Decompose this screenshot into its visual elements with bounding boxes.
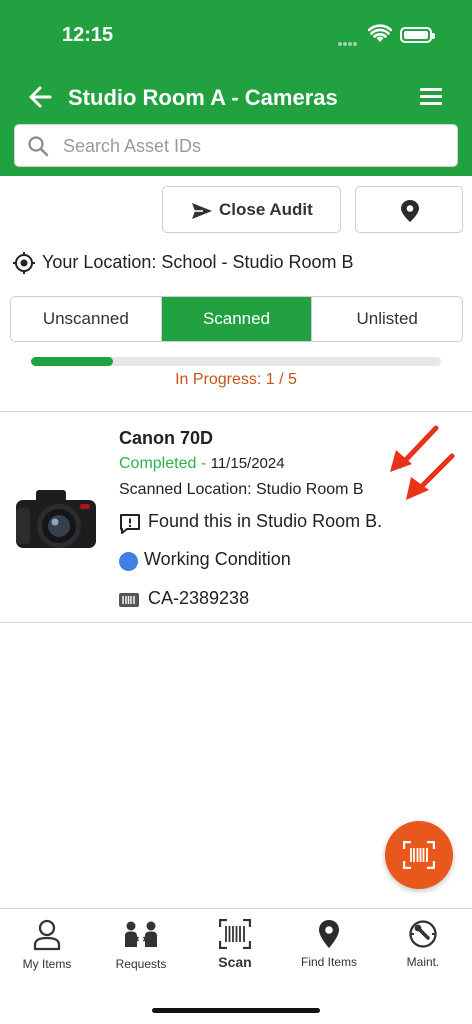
nav-label: My Items xyxy=(22,957,72,971)
search-icon xyxy=(28,136,49,157)
tab-unlisted[interactable]: Unlisted xyxy=(312,297,462,341)
audit-progress-text: In Progress: 1 / 5 xyxy=(175,371,297,388)
wifi-icon xyxy=(368,24,392,42)
scan-date: 11/15/2024 xyxy=(210,455,285,472)
nav-find-items[interactable]: Find Items xyxy=(282,919,376,979)
nav-bar: Studio Room A - Cameras xyxy=(0,76,472,120)
current-location-row: Your Location: School - Studio Room B xyxy=(12,251,462,277)
search-input[interactable] xyxy=(63,133,443,159)
scanned-location: Scanned Location: Studio Room B xyxy=(119,481,364,498)
scan-status: Completed - 11/15/2024 xyxy=(119,455,285,473)
nav-label: Maint. xyxy=(406,955,440,969)
nav-scan[interactable]: Scan xyxy=(188,919,282,979)
divider xyxy=(0,622,472,623)
audit-progress-bar xyxy=(31,357,441,366)
gps-target-icon xyxy=(13,252,35,274)
requests-icon xyxy=(125,921,157,947)
page-title: Studio Room A - Cameras xyxy=(68,85,338,110)
battery-icon xyxy=(400,27,435,43)
person-icon xyxy=(33,919,61,951)
nav-label: Find Items xyxy=(300,955,357,969)
camera-thumbnail xyxy=(16,490,96,548)
current-location-text: Your Location: School - Studio Room B xyxy=(42,252,354,272)
bottom-tab-bar: My Items Requests Scan Find Items Maint. xyxy=(0,908,472,1024)
condition-text: Working Condition xyxy=(144,549,291,569)
status-completed: Completed - xyxy=(119,455,207,472)
tab-scanned[interactable]: Scanned xyxy=(161,297,313,341)
nav-label: Scan xyxy=(218,954,252,970)
note-text: Found this in Studio Room B. xyxy=(148,511,383,531)
search-bar[interactable] xyxy=(14,124,458,167)
cellular-signal-icon xyxy=(338,33,358,51)
app-header: 12:15 Studio Room A - Cameras xyxy=(0,0,472,176)
close-audit-button[interactable]: Close Audit xyxy=(162,186,341,233)
nav-label: Requests xyxy=(115,957,167,971)
maintenance-icon xyxy=(409,920,437,948)
location-pin-button[interactable] xyxy=(355,186,463,233)
send-icon xyxy=(192,203,212,219)
status-bar: 12:15 xyxy=(0,0,472,70)
tab-unscanned[interactable]: Unscanned xyxy=(11,297,162,341)
annotation-arrows xyxy=(390,425,455,500)
condition-dot-icon xyxy=(119,552,138,571)
nav-maintenance[interactable]: Maint. xyxy=(376,919,470,979)
back-arrow-icon[interactable] xyxy=(26,82,56,112)
barcode-icon xyxy=(219,919,251,949)
nav-requests[interactable]: Requests xyxy=(94,919,188,979)
comment-alert-icon xyxy=(120,514,140,534)
close-audit-label: Close Audit xyxy=(219,200,313,219)
scan-fab-button[interactable] xyxy=(385,821,453,889)
asset-id-text: CA-2389238 xyxy=(148,588,250,608)
nav-my-items[interactable]: My Items xyxy=(0,919,94,979)
barcode-scan-icon xyxy=(403,841,435,869)
hamburger-menu-icon[interactable] xyxy=(416,84,446,110)
barcode-tag-icon xyxy=(119,593,139,607)
audit-progress-fill xyxy=(31,357,113,366)
scan-status-tabs: Unscanned Scanned Unlisted xyxy=(10,296,463,342)
home-indicator xyxy=(152,1008,320,1013)
map-pin-icon xyxy=(401,200,419,222)
status-time: 12:15 xyxy=(62,24,114,46)
asset-name: Canon 70D xyxy=(119,428,214,448)
map-pin-icon xyxy=(319,920,339,948)
